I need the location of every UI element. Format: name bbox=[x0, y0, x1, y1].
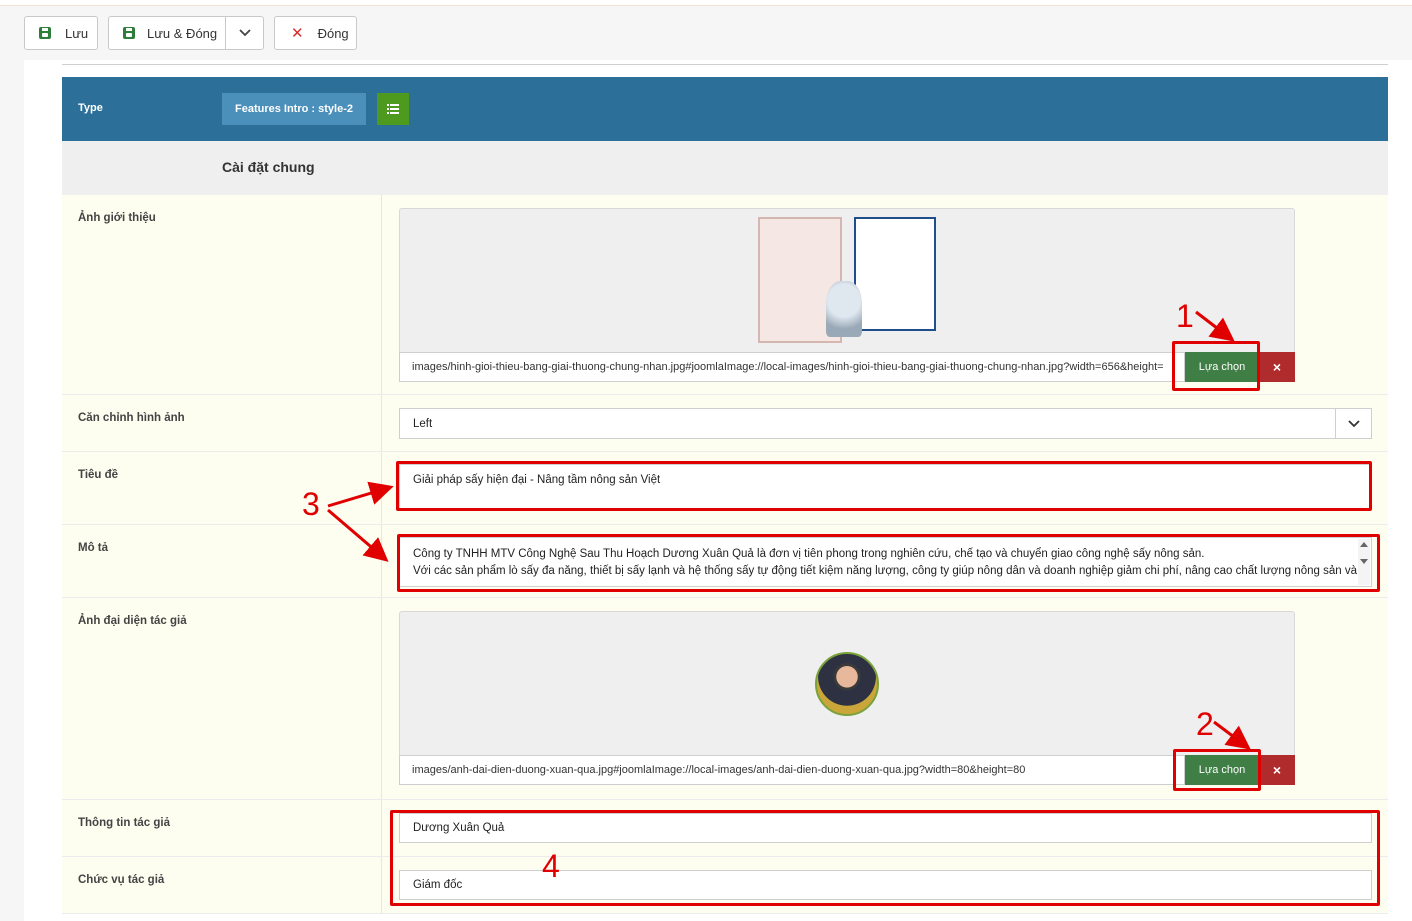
row-title: Tiêu đề Giải pháp sấy hiện đại - Nâng tầ… bbox=[62, 452, 1388, 525]
image-align-value: Left bbox=[413, 417, 433, 430]
description-line-2: Với các sản phẩm lò sấy đa năng, thiết b… bbox=[413, 565, 1357, 577]
divider bbox=[62, 64, 1388, 65]
save-icon bbox=[39, 27, 51, 39]
list-button[interactable] bbox=[377, 93, 409, 125]
author-avatar-select-button[interactable]: Lựa chọn bbox=[1185, 755, 1259, 785]
author-info-value: Dương Xuân Quả bbox=[413, 822, 505, 834]
intro-image-select-button[interactable]: Lựa chọn bbox=[1185, 352, 1259, 382]
close-icon: ✕ bbox=[291, 24, 304, 42]
type-value: Features Intro : style-2 bbox=[235, 103, 353, 115]
save-close-label: Lưu & Đóng bbox=[147, 25, 218, 41]
type-bar: Type Features Intro : style-2 bbox=[62, 77, 1388, 141]
left-gutter bbox=[0, 60, 24, 921]
row-author-position: Chức vụ tác giả Giám đốc bbox=[62, 857, 1388, 914]
title-input[interactable]: Giải pháp sấy hiện đại - Nâng tầm nông s… bbox=[399, 464, 1372, 509]
description-line-1: Công ty TNHH MTV Công Nghệ Sau Thu Hoạch… bbox=[413, 548, 1205, 560]
row-description: Mô tả Công ty TNHH MTV Công Nghệ Sau Thu… bbox=[62, 525, 1388, 598]
save-button-label: Lưu bbox=[65, 25, 89, 41]
select-label: Lựa chọn bbox=[1198, 361, 1246, 373]
form-content: Type Features Intro : style-2 Cài đặt ch… bbox=[62, 60, 1388, 921]
title-value: Giải pháp sấy hiện đại - Nâng tầm nông s… bbox=[413, 474, 661, 486]
save-icon bbox=[123, 27, 135, 39]
author-info-label: Thông tin tác giả bbox=[78, 817, 170, 829]
author-avatar-clear-button[interactable]: × bbox=[1259, 755, 1295, 785]
annotation-number-3: 3 bbox=[302, 486, 320, 522]
row-image-align: Căn chỉnh hình ảnh Left bbox=[62, 395, 1388, 452]
author-avatar-path-input[interactable]: images/anh-dai-dien-duong-xuan-qua.jpg#j… bbox=[399, 755, 1185, 785]
description-label: Mô tả bbox=[78, 542, 109, 554]
row-intro-image: Ảnh giới thiệu images/hinh-gioi-thieu-ba… bbox=[62, 195, 1388, 395]
author-position-value: Giám đốc bbox=[413, 879, 463, 891]
author-info-input[interactable]: Dương Xuân Quả bbox=[399, 813, 1372, 843]
scrollbar[interactable] bbox=[1358, 539, 1370, 585]
certificate-image bbox=[758, 217, 938, 345]
section-header: Cài đặt chung bbox=[62, 141, 1388, 195]
select-label: Lựa chọn bbox=[1198, 764, 1246, 776]
author-avatar-label: Ảnh đại diện tác giả bbox=[78, 615, 187, 627]
row-author-info: Thông tin tác giả Dương Xuân Quả bbox=[62, 800, 1388, 857]
intro-image-path: images/hinh-gioi-thieu-bang-giai-thuong-… bbox=[412, 361, 1164, 373]
row-author-avatar: Ảnh đại diện tác giả images/anh-dai-dien… bbox=[62, 598, 1388, 800]
close-button-label: Đóng bbox=[317, 25, 349, 41]
image-align-label: Căn chỉnh hình ảnh bbox=[78, 412, 185, 424]
type-label: Type bbox=[78, 102, 103, 114]
description-textarea[interactable]: Công ty TNHH MTV Công Nghệ Sau Thu Hoạch… bbox=[399, 537, 1372, 587]
intro-image-label: Ảnh giới thiệu bbox=[78, 212, 156, 224]
toolbar: Lưu Lưu & Đóng ✕ Đóng bbox=[0, 6, 1412, 60]
clear-icon: × bbox=[1272, 762, 1282, 778]
trophy-icon bbox=[826, 281, 862, 337]
author-position-label: Chức vụ tác giả bbox=[78, 874, 165, 886]
intro-image-path-input[interactable]: images/hinh-gioi-thieu-bang-giai-thuong-… bbox=[399, 352, 1185, 382]
image-align-select[interactable]: Left bbox=[399, 408, 1372, 439]
annotation-number-4: 4 bbox=[542, 848, 560, 884]
title-label: Tiêu đề bbox=[78, 469, 119, 481]
clear-icon: × bbox=[1272, 359, 1282, 375]
intro-image-clear-button[interactable]: × bbox=[1259, 352, 1295, 382]
section-title: Cài đặt chung bbox=[222, 159, 315, 175]
author-avatar-image bbox=[815, 652, 879, 716]
save-close-button[interactable]: Lưu & Đóng bbox=[108, 16, 264, 50]
type-value-button[interactable]: Features Intro : style-2 bbox=[222, 93, 366, 125]
annotation-number-1: 1 bbox=[1176, 298, 1194, 334]
list-icon bbox=[387, 104, 399, 114]
chevron-down-icon[interactable] bbox=[226, 17, 264, 49]
certificate-right bbox=[854, 217, 936, 331]
chevron-down-icon bbox=[1335, 409, 1371, 438]
save-button[interactable]: Lưu bbox=[24, 16, 98, 50]
close-button[interactable]: ✕ Đóng bbox=[274, 16, 357, 50]
annotation-number-2: 2 bbox=[1196, 706, 1214, 742]
author-avatar-path: images/anh-dai-dien-duong-xuan-qua.jpg#j… bbox=[412, 764, 1026, 776]
